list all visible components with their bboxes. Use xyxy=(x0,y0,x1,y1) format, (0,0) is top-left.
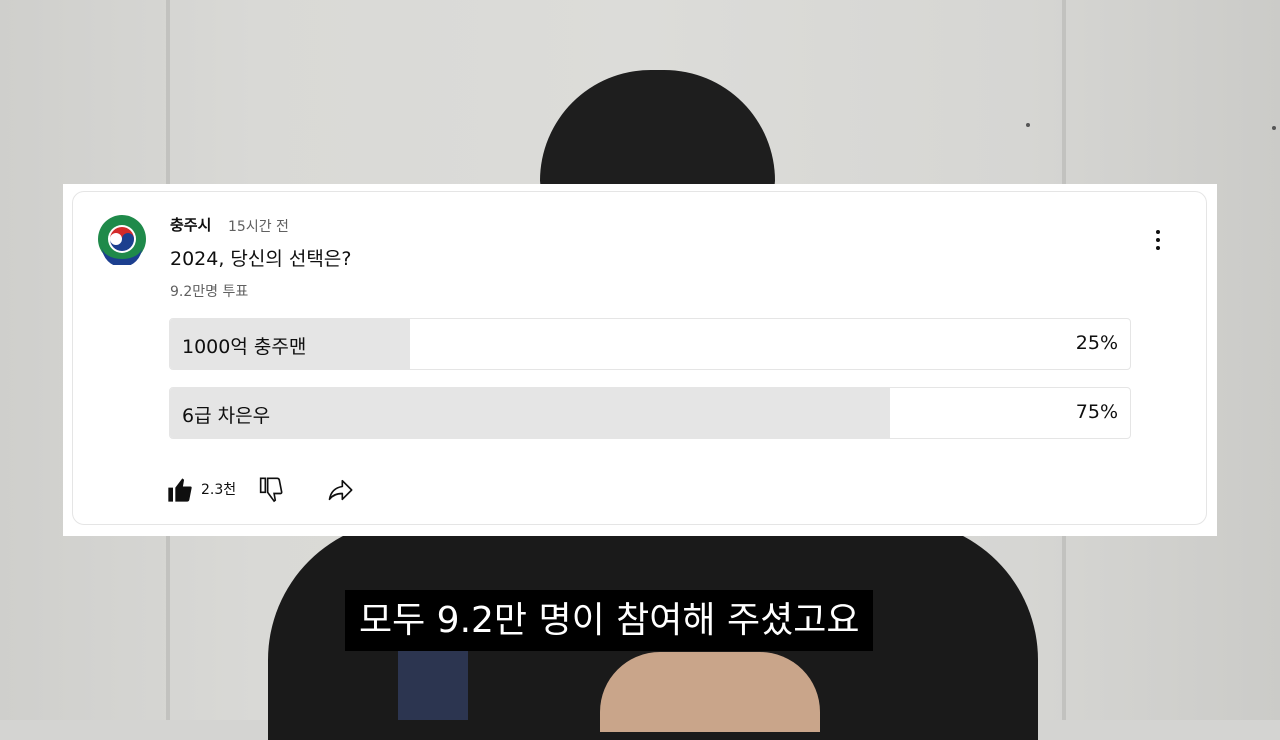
thumb-down-icon xyxy=(259,477,283,503)
wall-dot xyxy=(1026,123,1030,127)
poll-option-label: 6급 차은우 xyxy=(182,405,271,427)
post-time[interactable]: 15시간 전 xyxy=(228,216,289,236)
poll-option[interactable]: 1000억 충주맨 25% xyxy=(169,318,1131,370)
video-subtitle: 모두 9.2만 명이 참여해 주셨고요 xyxy=(345,590,874,651)
more-vert-icon[interactable] xyxy=(1148,226,1168,254)
poll-option-percent: 75% xyxy=(1075,401,1118,423)
dislike-button[interactable] xyxy=(256,476,284,504)
person-hand xyxy=(600,652,820,732)
poll-question: 2024, 당신의 선택은? xyxy=(170,248,352,270)
share-button[interactable] xyxy=(325,476,355,504)
thumb-up-icon xyxy=(168,478,192,502)
poll-option[interactable]: 6급 차은우 75% xyxy=(169,387,1131,439)
like-count: 2.3천 xyxy=(201,482,237,498)
channel-avatar[interactable] xyxy=(96,213,148,267)
poll-option-label: 1000억 충주맨 xyxy=(182,336,307,358)
channel-name[interactable]: 충주시 xyxy=(170,214,211,235)
poll-option-fill xyxy=(170,388,890,438)
chair xyxy=(398,650,468,720)
vote-count: 9.2만명 투표 xyxy=(170,284,249,300)
share-icon xyxy=(328,479,353,501)
like-button[interactable] xyxy=(166,476,194,504)
poll-option-percent: 25% xyxy=(1075,332,1118,354)
wall-dot xyxy=(1272,126,1276,130)
chungju-logo-icon xyxy=(97,214,147,267)
